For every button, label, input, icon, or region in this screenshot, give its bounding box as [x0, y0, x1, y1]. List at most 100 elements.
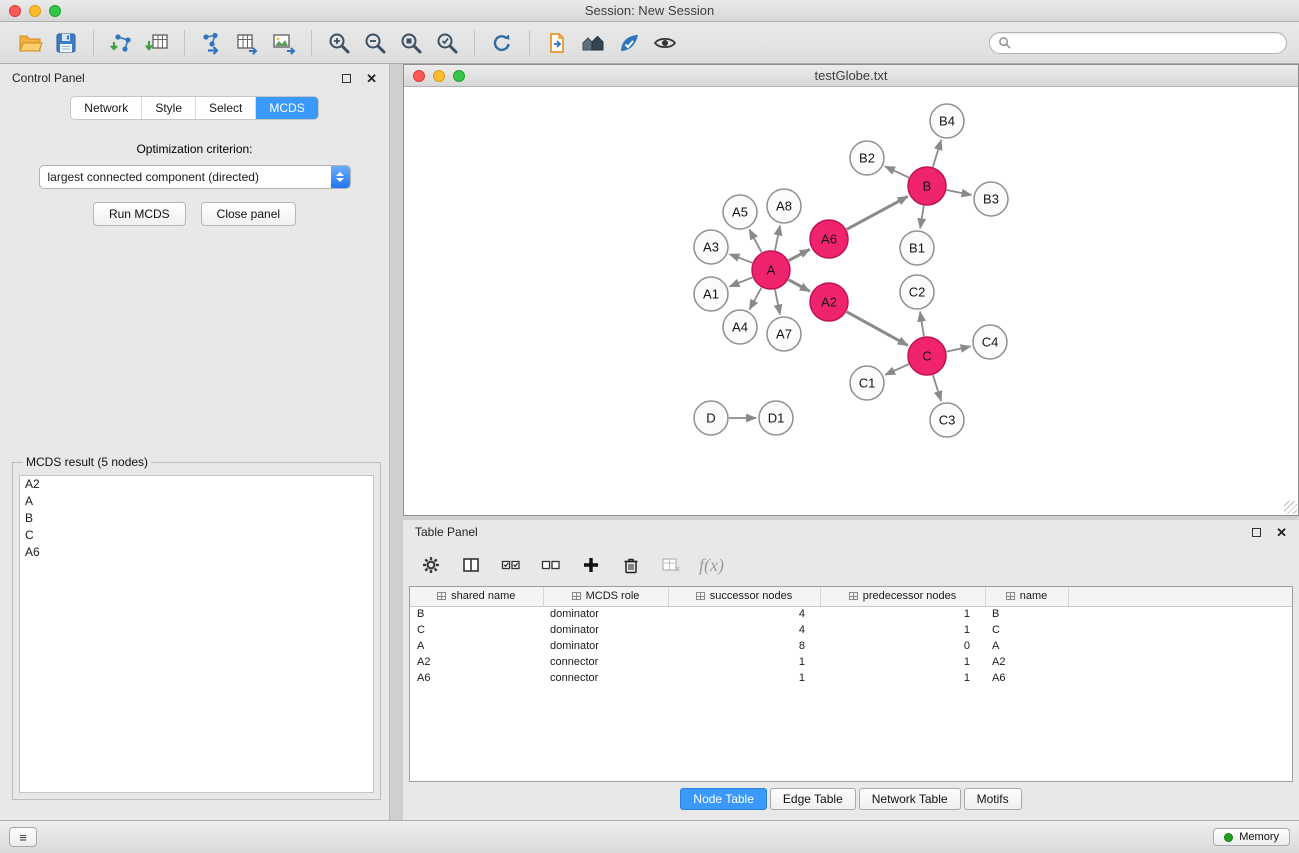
close-panel-icon[interactable]: ✕: [366, 72, 377, 85]
panel-divider[interactable]: [390, 64, 403, 820]
table-cell[interactable]: 4: [668, 606, 820, 622]
graph-edge-C-C1[interactable]: [885, 364, 909, 375]
table-cell[interactable]: A2: [410, 654, 543, 670]
network-zoom-button[interactable]: [453, 70, 465, 82]
table-cell[interactable]: A: [410, 638, 543, 654]
delete-column-button[interactable]: [619, 553, 643, 577]
table-cell[interactable]: 0: [820, 638, 985, 654]
export-table-button[interactable]: [230, 26, 266, 60]
export-image-button[interactable]: [266, 26, 302, 60]
mcds-result-item[interactable]: A2: [20, 476, 373, 493]
mcds-result-item[interactable]: B: [20, 510, 373, 527]
tab-style[interactable]: Style: [141, 97, 195, 119]
column-header-name[interactable]: name: [985, 587, 1068, 606]
network-canvas[interactable]: B4B2BB3A5A8A6A3B1AC2A1A2A4A7C4CC1DD1C3: [404, 87, 1298, 515]
search-input[interactable]: [1016, 36, 1278, 50]
graph-edge-A-A8[interactable]: [775, 226, 780, 251]
graph-edge-B-B3[interactable]: [947, 190, 972, 195]
table-cell[interactable]: 1: [820, 654, 985, 670]
table-row[interactable]: A2connector11A2: [410, 654, 1292, 670]
show-hide-button[interactable]: [647, 26, 683, 60]
tab-network-table[interactable]: Network Table: [859, 788, 961, 810]
table-cell[interactable]: 4: [668, 622, 820, 638]
table-row[interactable]: Adominator80A: [410, 638, 1292, 654]
style-check-button[interactable]: [611, 26, 647, 60]
search-field[interactable]: [989, 32, 1287, 54]
select-all-button[interactable]: [499, 553, 523, 577]
tab-mcds[interactable]: MCDS: [255, 97, 317, 119]
function-builder-button[interactable]: f(x): [699, 555, 724, 576]
network-minimize-button[interactable]: [433, 70, 445, 82]
table-row[interactable]: Cdominator41C: [410, 622, 1292, 638]
table-cell[interactable]: A2: [985, 654, 1068, 670]
mcds-result-list[interactable]: A2ABCA6: [19, 475, 374, 793]
mcds-result-item[interactable]: A6: [20, 544, 373, 561]
graph-edge-A6-B[interactable]: [847, 196, 908, 229]
table-cell[interactable]: connector: [543, 670, 668, 686]
task-history-button[interactable]: ≡: [9, 827, 37, 847]
table-cell[interactable]: C: [985, 622, 1068, 638]
zoom-out-button[interactable]: [357, 26, 393, 60]
graph-edge-C-C2[interactable]: [920, 312, 924, 336]
close-table-panel-icon[interactable]: ✕: [1276, 526, 1287, 539]
table-cell[interactable]: 8: [668, 638, 820, 654]
deselect-all-button[interactable]: [539, 553, 563, 577]
export-network-button[interactable]: [194, 26, 230, 60]
graph-edge-B-B1[interactable]: [920, 206, 924, 229]
network-overview-button[interactable]: [575, 26, 611, 60]
import-network-button[interactable]: [103, 26, 139, 60]
minimize-window-button[interactable]: [29, 5, 41, 17]
table-cell[interactable]: 1: [820, 606, 985, 622]
mcds-result-item[interactable]: A: [20, 493, 373, 510]
open-session-button[interactable]: [12, 26, 48, 60]
resize-grip[interactable]: [1284, 501, 1297, 514]
first-neighbors-button[interactable]: [539, 26, 575, 60]
table-cell[interactable]: 1: [820, 622, 985, 638]
column-header-predecessor-nodes[interactable]: predecessor nodes: [820, 587, 985, 606]
tab-select[interactable]: Select: [195, 97, 255, 119]
graph-edge-C-C4[interactable]: [947, 346, 971, 351]
table-row[interactable]: Bdominator41B: [410, 606, 1292, 622]
close-window-button[interactable]: [9, 5, 21, 17]
table-cell[interactable]: A6: [410, 670, 543, 686]
node-table[interactable]: shared nameMCDS rolesuccessor nodesprede…: [409, 586, 1293, 782]
graph-edge-A-A2[interactable]: [789, 280, 810, 292]
graph-edge-A-A1[interactable]: [730, 277, 753, 286]
float-panel-icon[interactable]: [342, 74, 351, 83]
table-cell[interactable]: connector: [543, 654, 668, 670]
delete-table-button[interactable]: [659, 553, 683, 577]
save-session-button[interactable]: [48, 26, 84, 60]
mcds-result-item[interactable]: C: [20, 527, 373, 544]
table-cell[interactable]: B: [985, 606, 1068, 622]
table-cell[interactable]: B: [410, 606, 543, 622]
show-columns-button[interactable]: [459, 553, 483, 577]
zoom-selected-button[interactable]: [429, 26, 465, 60]
table-cell[interactable]: 1: [820, 670, 985, 686]
zoom-window-button[interactable]: [49, 5, 61, 17]
add-column-button[interactable]: [579, 553, 603, 577]
refresh-button[interactable]: [484, 26, 520, 60]
table-settings-button[interactable]: [419, 553, 443, 577]
tab-network[interactable]: Network: [71, 97, 141, 119]
table-row[interactable]: A6connector11A6: [410, 670, 1292, 686]
table-cell[interactable]: dominator: [543, 622, 668, 638]
column-header-successor-nodes[interactable]: successor nodes: [668, 587, 820, 606]
graph-edge-C-C3[interactable]: [933, 375, 941, 401]
zoom-in-button[interactable]: [321, 26, 357, 60]
graph-edge-A-A7[interactable]: [775, 290, 780, 315]
tab-node-table[interactable]: Node Table: [680, 788, 767, 810]
run-mcds-button[interactable]: Run MCDS: [93, 202, 186, 226]
graph-edge-A-A4[interactable]: [750, 288, 762, 310]
graph-edge-A-A3[interactable]: [730, 254, 753, 263]
graph-edge-A-A6[interactable]: [789, 249, 810, 260]
graph-edge-B-B2[interactable]: [885, 166, 909, 177]
column-header-shared-name[interactable]: shared name: [410, 587, 543, 606]
table-cell[interactable]: dominator: [543, 606, 668, 622]
import-table-button[interactable]: [139, 26, 175, 60]
graph-edge-B-B4[interactable]: [933, 140, 941, 167]
zoom-fit-button[interactable]: [393, 26, 429, 60]
float-table-panel-icon[interactable]: [1252, 528, 1261, 537]
table-cell[interactable]: C: [410, 622, 543, 638]
table-cell[interactable]: A: [985, 638, 1068, 654]
network-close-button[interactable]: [413, 70, 425, 82]
